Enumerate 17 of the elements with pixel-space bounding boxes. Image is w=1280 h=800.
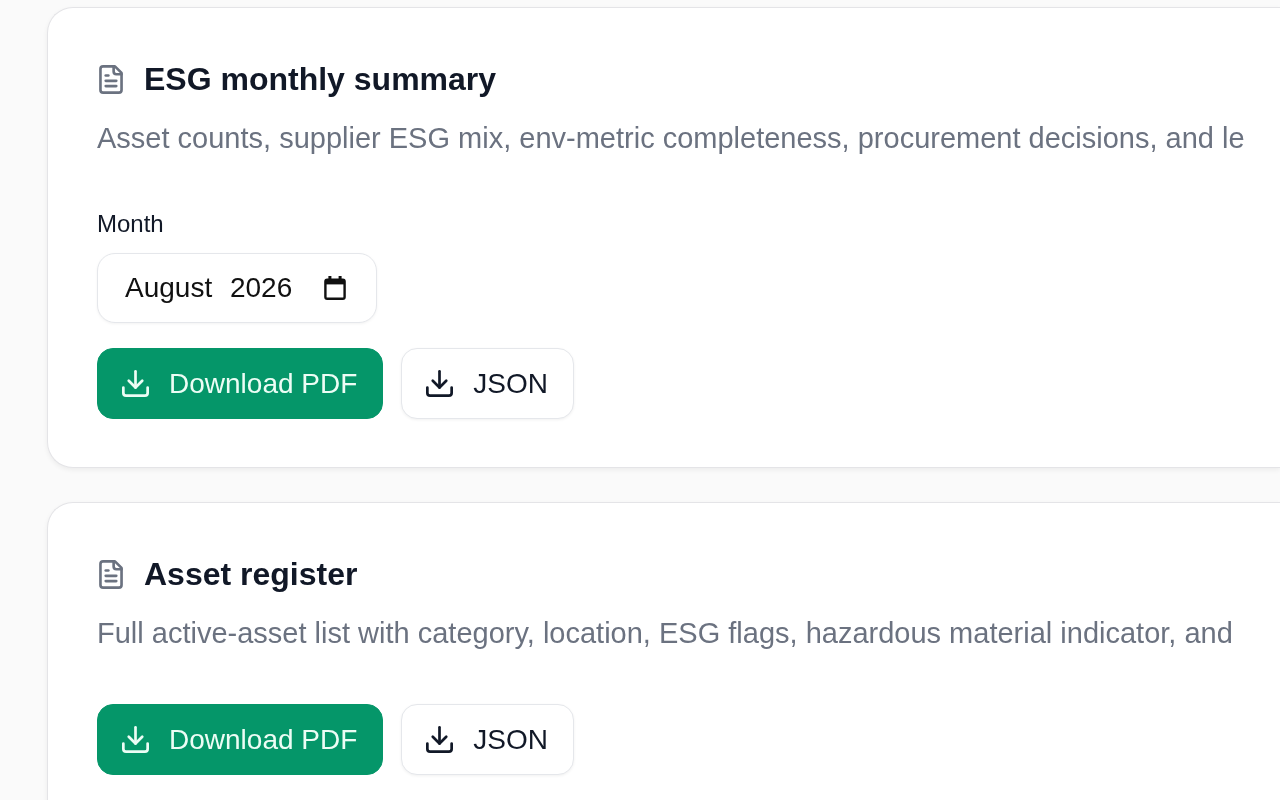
document-icon: [99, 559, 123, 589]
card-title: ESG monthly summary: [144, 61, 497, 97]
month-field[interactable]: August 2026: [97, 253, 377, 323]
card-description: Asset counts, supplier ESG mix, env-metric completeness, procurement decisions, and le: [97, 121, 1246, 156]
field-label: Month: [97, 209, 164, 239]
download-icon: [426, 726, 454, 753]
download-json-button[interactable]: JSON: [401, 704, 574, 775]
download-icon: [426, 370, 454, 397]
download-icon: [122, 726, 149, 753]
download-json-button[interactable]: JSON: [401, 348, 574, 419]
card-title: Asset register: [144, 556, 358, 592]
calendar-icon[interactable]: [324, 276, 346, 300]
download-pdf-button[interactable]: Download PDF: [97, 704, 384, 775]
card-description: Full active-asset list with category, location, ESG flags, hazardous material indicator, and: [97, 616, 1234, 651]
download-icon: [122, 370, 149, 397]
download-pdf-button[interactable]: Download PDF: [97, 348, 384, 419]
document-icon: [99, 64, 123, 94]
